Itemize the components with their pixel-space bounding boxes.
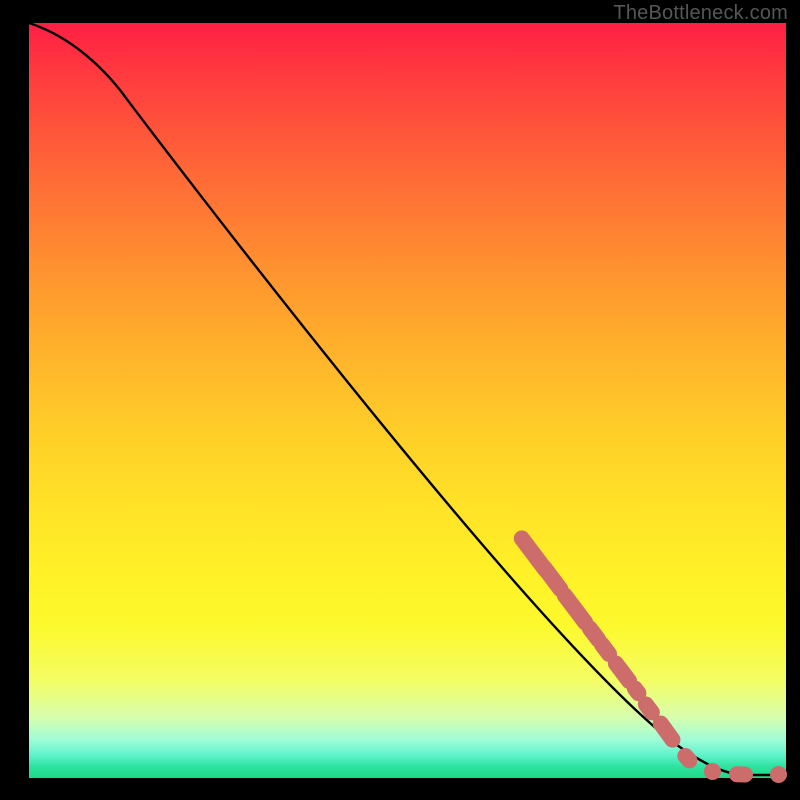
chart-plot-area — [29, 23, 786, 778]
marker-segment — [729, 766, 754, 783]
marker-dot — [704, 763, 721, 780]
marker-dot — [770, 766, 787, 783]
watermark-text: TheBottleneck.com — [613, 2, 788, 25]
